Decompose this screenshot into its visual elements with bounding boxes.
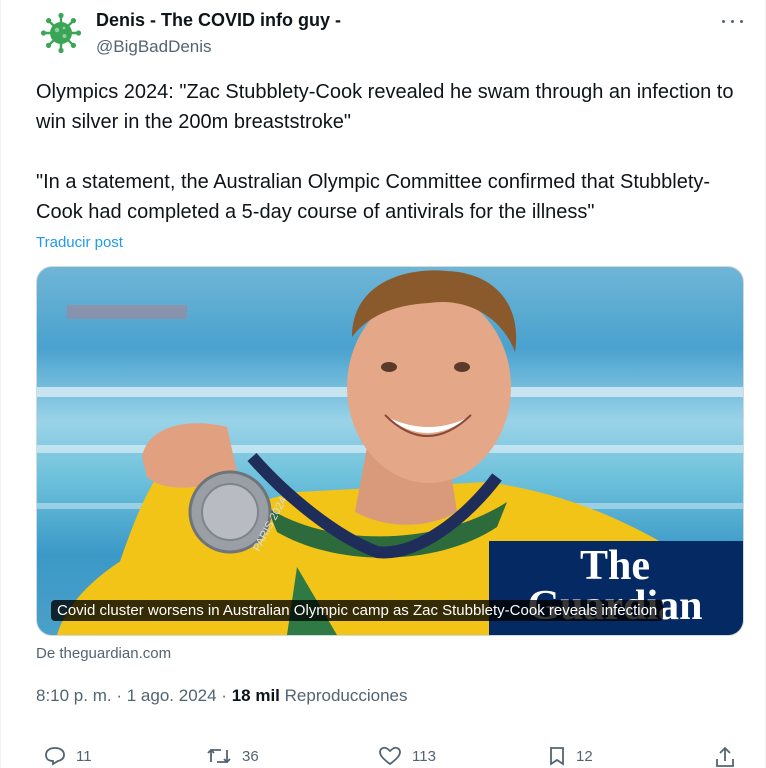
translate-post-link[interactable]: Traducir post xyxy=(36,234,123,251)
meta-separator: · xyxy=(221,686,227,705)
repost-icon xyxy=(207,748,231,764)
views-label: Reproducciones xyxy=(284,686,408,705)
link-card[interactable]: PARIS 2024 The Guardian Covid cluster wo… xyxy=(36,266,744,636)
action-bar: 11 36 113 12 xyxy=(0,740,766,768)
share-icon xyxy=(716,746,734,767)
bookmark-count: 12 xyxy=(576,747,593,765)
like-button[interactable]: 113 xyxy=(378,746,436,766)
repost-count: 36 xyxy=(242,747,259,765)
heart-icon xyxy=(379,746,401,766)
meta-separator: · xyxy=(116,686,123,705)
post-time[interactable]: 8:10 p. m. xyxy=(36,686,112,705)
timeline-border-left xyxy=(0,0,1,768)
card-source[interactable]: De theguardian.com xyxy=(36,645,171,662)
more-options-icon[interactable] xyxy=(720,12,746,30)
bookmark-button[interactable]: 12 xyxy=(548,746,593,766)
like-count: 113 xyxy=(412,747,436,765)
post-meta: 8:10 p. m. · 1 ago. 2024 · 18 mil Reprod… xyxy=(36,686,408,706)
reply-button[interactable]: 11 xyxy=(44,746,92,766)
post-date[interactable]: 1 ago. 2024 xyxy=(127,686,217,705)
post-text-paragraph-2: "In a statement, the Australian Olympic … xyxy=(36,171,711,223)
post-text-paragraph-1: Olympics 2024: "Zac Stubblety-Cook revea… xyxy=(36,81,734,133)
avatar[interactable] xyxy=(40,12,82,54)
card-caption[interactable]: Covid cluster worsens in Australian Olym… xyxy=(51,600,664,621)
author-handle[interactable]: @BigBadDenis xyxy=(96,37,212,57)
views-count: 18 mil xyxy=(231,686,280,705)
share-button[interactable] xyxy=(714,746,736,768)
bookmark-icon xyxy=(550,747,564,766)
reply-count: 11 xyxy=(76,747,92,765)
card-image: PARIS 2024 The Guardian xyxy=(37,270,743,635)
author-name[interactable]: Denis - The COVID info guy - xyxy=(96,10,341,31)
repost-button[interactable]: 36 xyxy=(206,746,259,766)
reply-icon xyxy=(45,747,65,766)
